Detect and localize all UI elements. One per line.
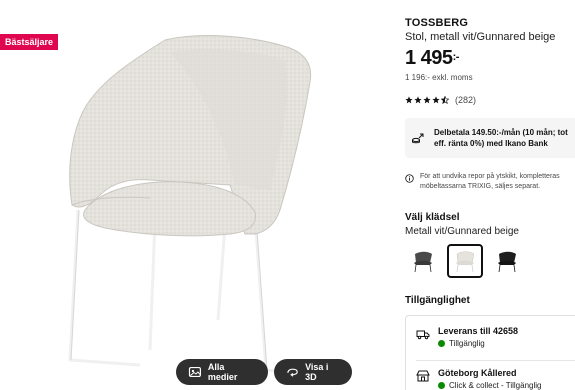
star-icon [405, 96, 413, 104]
price-ex-vat: 1 196:- exkl. moms [405, 73, 473, 82]
installment-line-1: Delbetala 149.50:-/mån (10 mån; tot [434, 128, 568, 137]
upholstery-selected: Metall vit/Gunnared beige [405, 226, 519, 237]
delivery-title: Leverans till 42658 [438, 326, 519, 336]
upholstery-title: Välj klädsel [405, 212, 460, 223]
product-media: Bästsäljare Alla medier Visa i 3D [0, 0, 392, 390]
rating[interactable]: (282) [405, 95, 476, 105]
star-icon [414, 96, 422, 104]
store-status: Click & collect - Tillgänglig [449, 381, 542, 390]
chair-beige-thumbnail [456, 251, 475, 273]
store-icon [416, 370, 430, 382]
all-media-label: Alla medier [207, 362, 238, 382]
product-name: TOSSBERG [405, 17, 469, 29]
chair-product-image[interactable] [30, 20, 370, 390]
availability-box[interactable]: Leverans till 42658 Tillgänglig Göteborg… [405, 315, 575, 390]
swatch-black[interactable] [489, 244, 525, 278]
chair-black-thumbnail [498, 251, 516, 273]
upholstery-swatches [405, 244, 525, 278]
all-media-button[interactable]: Alla medier [176, 359, 268, 385]
delivery-status: Tillgänglig [449, 339, 485, 348]
delivery-row[interactable]: Leverans till 42658 Tillgänglig [416, 326, 518, 348]
info-icon [405, 174, 414, 183]
view-3d-button[interactable]: Visa i 3D [274, 359, 352, 385]
chair-dark-grey-thumbnail [414, 251, 432, 273]
rating-stars [405, 96, 449, 104]
installment-banner[interactable]: Delbetala 149.50:-/mån (10 mån; tot eff.… [405, 118, 575, 158]
store-title: Göteborg Kållered [438, 368, 517, 378]
swatch-white-beige[interactable] [447, 244, 483, 278]
care-notice: För att undvika repor på ytskikt, komple… [405, 172, 575, 192]
installment-line-2: eff. ränta 0%) med Ikano Bank [434, 139, 548, 148]
star-icon [432, 96, 440, 104]
price-suffix: :- [452, 51, 460, 63]
product-price: 1 495:- [405, 47, 459, 70]
star-half-icon [441, 96, 449, 104]
availability-title: Tillgänglighet [405, 295, 470, 306]
star-icon [423, 96, 431, 104]
care-notice-text: För att undvika repor på ytskikt, komple… [420, 173, 560, 190]
store-row[interactable]: Göteborg Kållered Click & collect - Till… [416, 368, 541, 390]
view-3d-label: Visa i 3D [305, 362, 329, 382]
gallery-icon [188, 366, 201, 378]
price-main: 1 495 [405, 47, 453, 69]
installment-text: Delbetala 149.50:-/mån (10 mån; tot eff.… [434, 127, 568, 149]
swatch-dark-grey[interactable] [405, 244, 441, 278]
truck-icon [416, 330, 430, 340]
product-info-panel: TOSSBERG Stol, metall vit/Gunnared beige… [405, 0, 575, 390]
availability-divider [416, 360, 575, 361]
coins-icon [412, 133, 424, 144]
available-dot [438, 382, 445, 389]
available-dot [438, 340, 445, 347]
rotate-3d-icon [287, 368, 298, 377]
rating-count: (282) [455, 95, 477, 105]
product-description: Stol, metall vit/Gunnared beige [405, 31, 556, 43]
